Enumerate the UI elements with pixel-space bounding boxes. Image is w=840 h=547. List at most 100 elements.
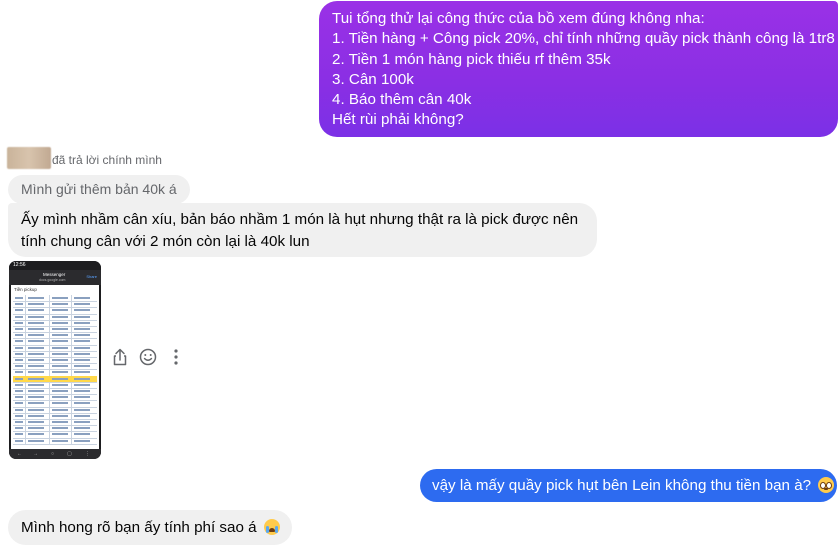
sheet-cell xyxy=(74,359,90,361)
sheet-cell xyxy=(15,315,23,318)
message-line: 4. Báo thêm cân 40k xyxy=(332,91,472,109)
sheet-cell xyxy=(15,377,23,380)
sheet-cell xyxy=(28,303,44,306)
sheet-cell xyxy=(52,383,68,386)
sheet-cell xyxy=(15,309,23,312)
sheet-cell xyxy=(15,390,23,392)
sheet-cell xyxy=(74,365,90,368)
sheet-cell xyxy=(28,297,44,299)
sheet-cell xyxy=(52,321,68,324)
message-line: Tui tổng thử lại công thức của bồ xem đú… xyxy=(332,10,705,27)
sheet-cell xyxy=(15,328,23,330)
sheet-cell xyxy=(28,421,44,423)
phone-app-action: Share xyxy=(86,274,97,279)
sheet-cell xyxy=(28,408,44,411)
message-text: Mình hong rõ bạn ấy tính phí sao á xyxy=(21,519,257,536)
sheet-cell xyxy=(52,309,68,312)
sheet-cell xyxy=(74,340,90,343)
sheet-cell xyxy=(74,346,90,349)
sheet-cell xyxy=(28,433,44,436)
sheet-cell xyxy=(15,359,23,361)
sheet-cell xyxy=(15,297,23,299)
redacted-sender-name xyxy=(7,147,51,169)
message-text: vậy là mấy quầy pick hụt bên Lein không … xyxy=(432,477,812,494)
sheet-cell xyxy=(15,433,23,436)
phone-status-bar: 12:56 xyxy=(9,261,101,270)
incoming-message-correction[interactable]: Ấy mình nhầm cân xíu, bản báo nhầm 1 món… xyxy=(8,203,597,257)
sheet-cell xyxy=(74,439,90,442)
sheet-cell xyxy=(52,396,68,399)
sheet-cell xyxy=(74,414,90,417)
sheet-cell xyxy=(52,402,68,405)
sheet-cell xyxy=(52,297,68,299)
sheet-cell xyxy=(15,371,23,374)
sheet-grid xyxy=(13,295,97,445)
sheet-cell xyxy=(28,414,44,417)
message-line: 3. Cân 100k xyxy=(332,70,414,88)
sheet-cell xyxy=(15,383,23,386)
sheet-cell xyxy=(28,439,44,442)
sheet-cell xyxy=(74,371,90,374)
message-line: Ấy mình nhầm cân xíu, bản báo nhầm 1 món… xyxy=(21,211,579,228)
sheet-cell xyxy=(52,365,68,368)
sheet-cell xyxy=(15,321,23,324)
sheet-cell xyxy=(74,427,90,430)
sheet-cell xyxy=(28,390,44,392)
sheet-cell xyxy=(28,334,44,337)
sheet-cell xyxy=(28,359,44,361)
sheet-cell xyxy=(52,414,68,417)
sheet-cell xyxy=(28,352,44,355)
sheet-cell xyxy=(74,352,90,355)
sheet-cell xyxy=(52,427,68,430)
sheet-cell xyxy=(52,340,68,343)
sheet-cell xyxy=(28,309,44,312)
sheet-cell xyxy=(15,408,23,411)
more-options-icon[interactable] xyxy=(166,347,186,367)
sheet-cell xyxy=(28,383,44,386)
sheet-cell xyxy=(52,408,68,411)
sheet-cell xyxy=(15,334,23,337)
sheet-cell xyxy=(52,328,68,330)
emoji-reaction-icon[interactable] xyxy=(138,347,158,367)
sheet-cell xyxy=(28,365,44,368)
outgoing-message-question[interactable]: vậy là mấy quầy pick hụt bên Lein không … xyxy=(420,469,837,502)
sheet-cell xyxy=(74,321,90,324)
sheet-cell xyxy=(15,352,23,355)
sheet-cell xyxy=(52,352,68,355)
message-line: tính chung cân với 2 món còn lại là 40k … xyxy=(21,233,310,250)
sheet-cell xyxy=(52,390,68,392)
sheet-cell xyxy=(74,303,90,306)
sheet-cell xyxy=(74,383,90,386)
sheet-cell xyxy=(52,359,68,361)
sheet-cell xyxy=(52,371,68,374)
sheet-cell xyxy=(74,309,90,312)
quoted-message[interactable]: Mình gửi thêm bản 40k á xyxy=(8,175,190,204)
message-line: 2. Tiền 1 món hàng pick thiếu rf thêm 35… xyxy=(332,50,611,68)
sheet-cell xyxy=(15,365,23,368)
sheet-cell xyxy=(74,334,90,337)
sheet-cell xyxy=(74,433,90,436)
sheet-cell xyxy=(52,421,68,423)
sheet-cell xyxy=(28,346,44,349)
sheet-cell xyxy=(74,328,90,330)
phone-app-subtitle: docs.google.com xyxy=(39,278,66,282)
sheet-cell xyxy=(74,315,90,318)
sheet-cell xyxy=(52,439,68,442)
phone-app-bar: Messenger docs.google.com Share xyxy=(9,270,101,285)
sheet-cell xyxy=(52,377,68,380)
sheet-cell xyxy=(15,421,23,423)
sheet-cell xyxy=(74,408,90,411)
phone-spreadsheet: Tiền pickup xyxy=(11,285,99,449)
share-icon[interactable] xyxy=(110,347,130,367)
incoming-message-reply[interactable]: Mình hong rõ bạn ấy tính phí sao á xyxy=(8,510,292,545)
outgoing-message-formula[interactable]: Tui tổng thử lại công thức của bồ xem đú… xyxy=(319,1,838,137)
sheet-cell xyxy=(74,396,90,399)
message-line: Hết rùi phải không? xyxy=(332,111,464,129)
sheet-cell xyxy=(28,315,44,318)
sheet-cell xyxy=(74,390,90,392)
sheet-cell xyxy=(28,328,44,330)
phone-app-title: Messenger xyxy=(43,272,66,277)
image-attachment[interactable]: 12:56 Messenger docs.google.com Share Ti… xyxy=(9,261,101,459)
sheet-cell xyxy=(28,321,44,324)
sheet-cell xyxy=(74,297,90,299)
